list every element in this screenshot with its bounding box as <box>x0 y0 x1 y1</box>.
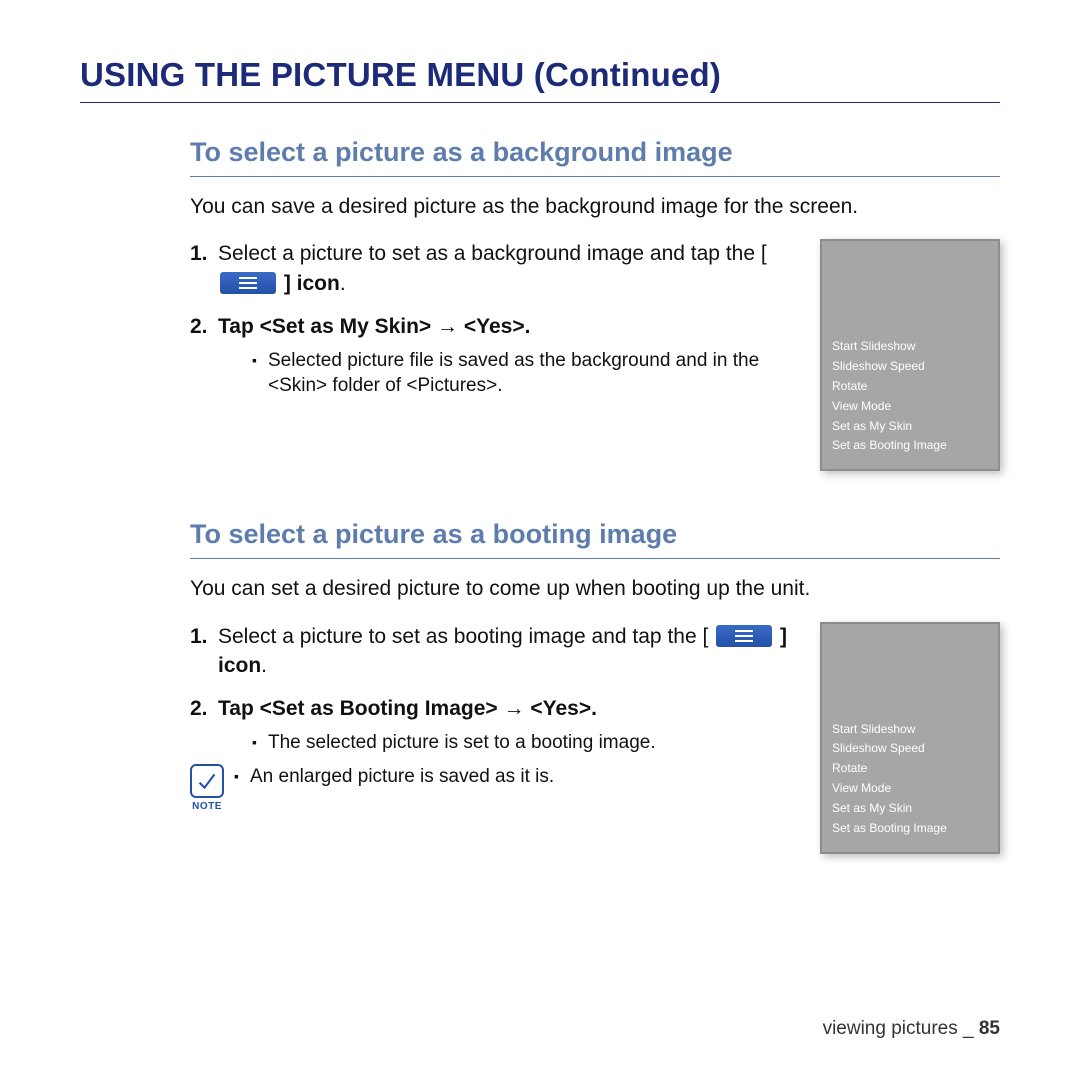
device-screenshot-menu: Start Slideshow Slideshow Speed Rotate V… <box>820 239 1000 471</box>
menu-item: Rotate <box>832 377 1000 397</box>
step-text-b: ] icon <box>278 272 340 295</box>
menu-item: Set as Booting Image <box>832 436 1000 456</box>
menu-item: Start Slideshow <box>832 337 1000 357</box>
device-screenshot-menu: Start Slideshow Slideshow Speed Rotate V… <box>820 622 1000 854</box>
menu-item: Set as My Skin <box>832 417 1000 437</box>
step-number: 2. <box>190 694 208 723</box>
section-heading-booting: To select a picture as a booting image <box>190 519 1000 559</box>
step-text: Select a picture to set as a background … <box>218 242 767 265</box>
menu-item: Set as My Skin <box>832 799 1000 819</box>
note-icon <box>190 764 224 798</box>
page-title: USING THE PICTURE MENU (Continued) <box>80 56 1000 103</box>
menu-item: Rotate <box>832 759 1000 779</box>
menu-item: View Mode <box>832 397 1000 417</box>
menu-item: Set as Booting Image <box>832 819 1000 839</box>
menu-item: Start Slideshow <box>832 720 1000 740</box>
section-heading-background: To select a picture as a background imag… <box>190 137 1000 177</box>
section1-intro: You can save a desired picture as the ba… <box>190 193 1000 221</box>
step-text: Select a picture to set as booting image… <box>218 625 714 648</box>
page-number: 85 <box>979 1018 1000 1039</box>
period: . <box>340 272 346 295</box>
page-footer: viewing pictures _ 85 <box>823 1018 1000 1040</box>
section2-step1: 1. Select a picture to set as booting im… <box>190 622 802 681</box>
menu-item: Slideshow Speed <box>832 357 1000 377</box>
step-text: Tap <Set as My Skin> → <Yes>. <box>218 315 530 338</box>
menu-icon <box>220 272 276 294</box>
section1-step2: 2. Tap <Set as My Skin> → <Yes>. Selecte… <box>190 312 802 399</box>
menu-item: View Mode <box>832 779 1000 799</box>
note-text: An enlarged picture is saved as it is. <box>234 764 554 790</box>
section2-step2: 2. Tap <Set as Booting Image> → <Yes>. T… <box>190 694 802 813</box>
step-number: 1. <box>190 239 208 268</box>
period: . <box>261 654 267 677</box>
section2-bullet: The selected picture is set to a booting… <box>252 730 802 756</box>
step-text: Tap <Set as Booting Image> → <Yes>. <box>218 697 597 720</box>
section1-step1: 1. Select a picture to set as a backgrou… <box>190 239 802 298</box>
footer-label: viewing pictures _ <box>823 1018 979 1039</box>
step-number: 2. <box>190 312 208 341</box>
section1-bullet: Selected picture file is saved as the ba… <box>252 348 802 399</box>
menu-icon <box>716 625 772 647</box>
note-label: NOTE <box>192 800 222 814</box>
section2-intro: You can set a desired picture to come up… <box>190 575 1000 603</box>
step-number: 1. <box>190 622 208 651</box>
menu-item: Slideshow Speed <box>832 739 1000 759</box>
